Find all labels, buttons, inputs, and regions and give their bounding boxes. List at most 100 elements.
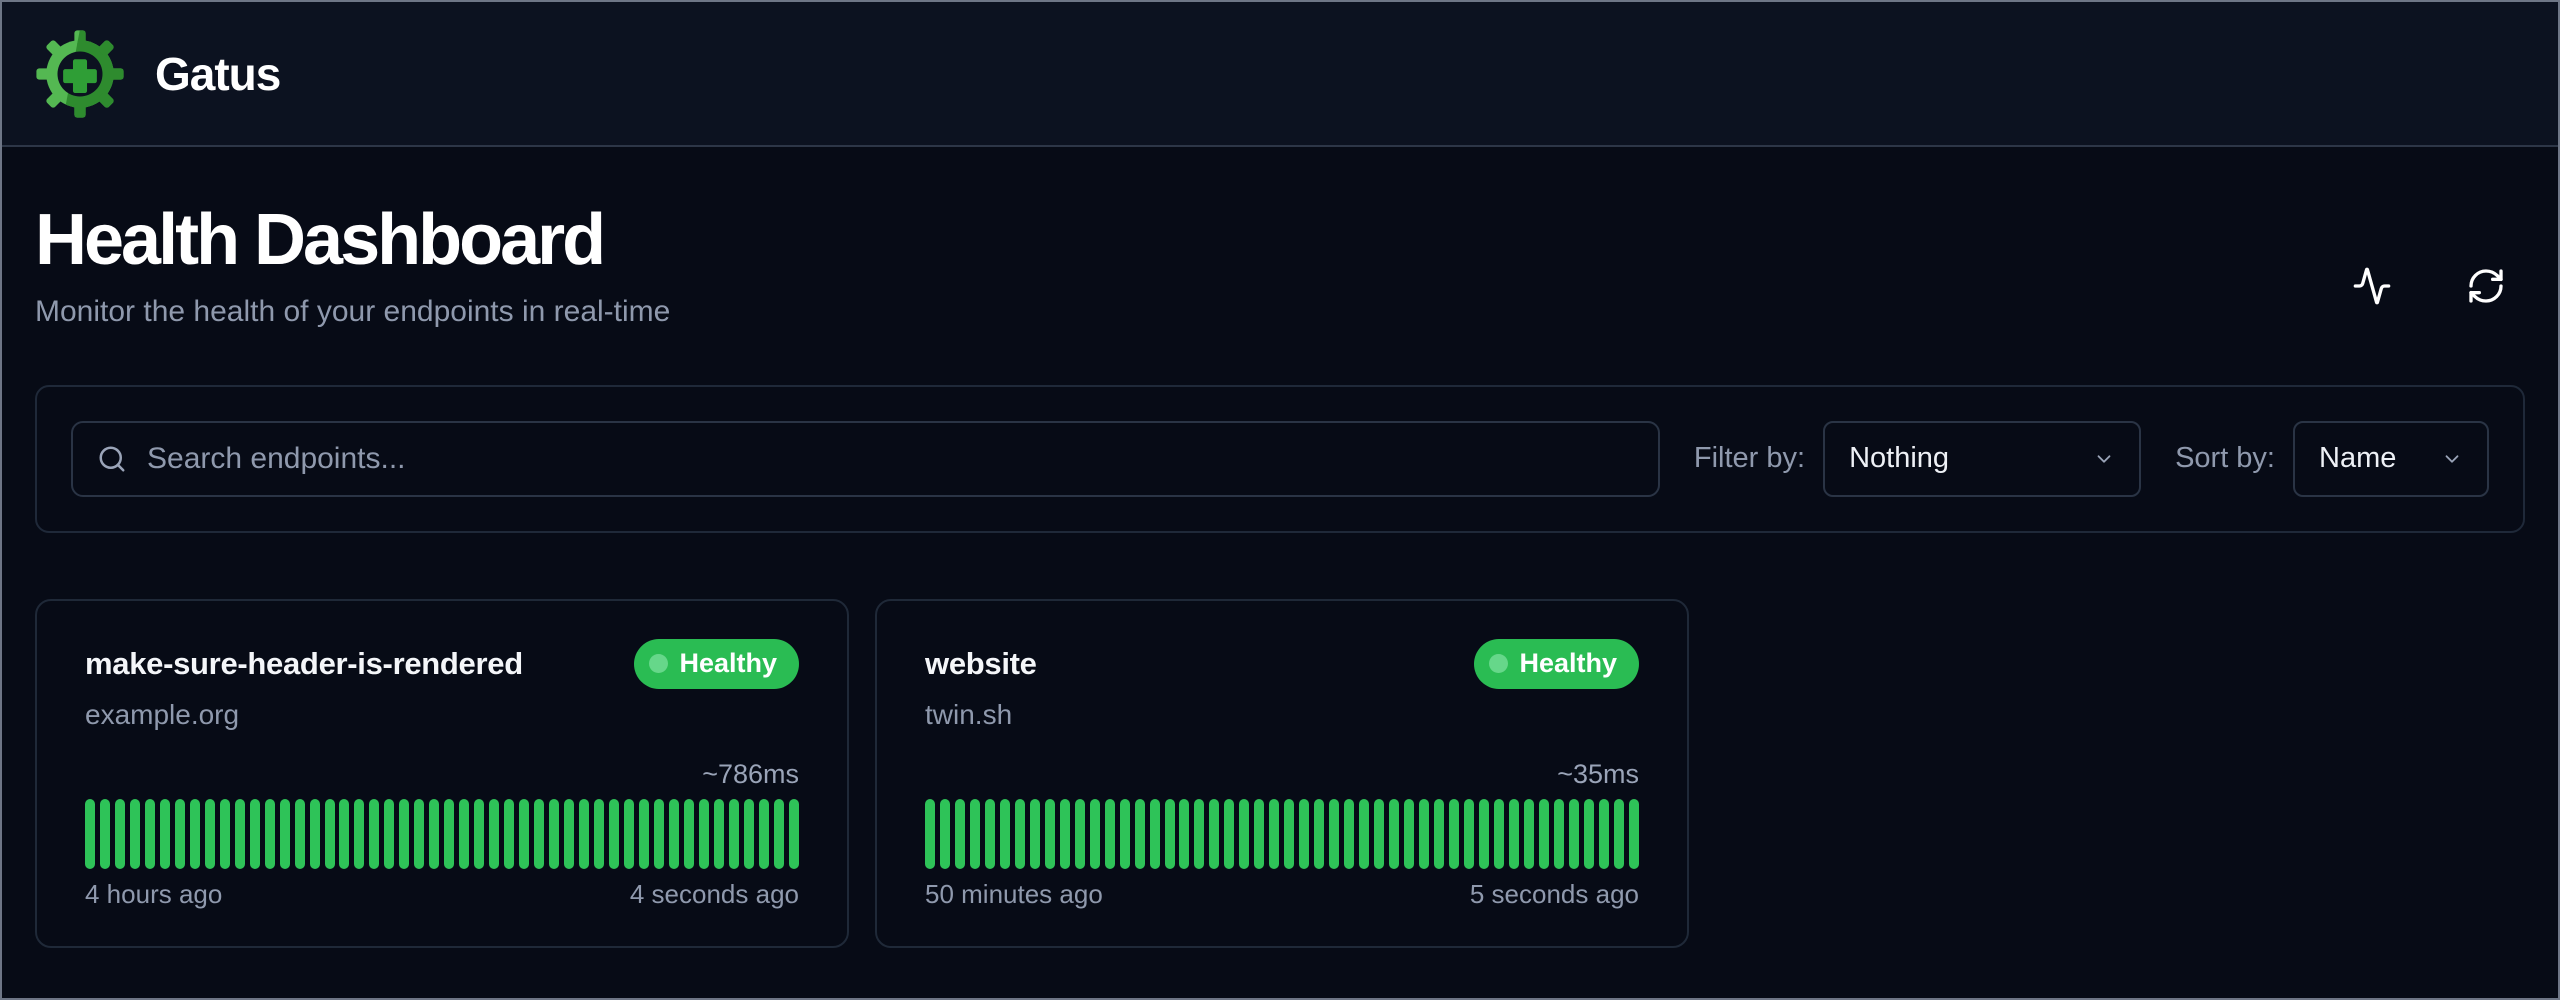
health-check-bar[interactable] [654,799,664,869]
health-check-bar[interactable] [1629,799,1639,869]
health-check-bar[interactable] [429,799,439,869]
health-check-bar[interactable] [744,799,754,869]
health-check-bar[interactable] [1090,799,1100,869]
health-check-bar[interactable] [414,799,424,869]
health-check-bar[interactable] [115,799,125,869]
health-check-bar[interactable] [624,799,634,869]
health-check-bar[interactable] [100,799,110,869]
health-check-bar[interactable] [669,799,679,869]
health-check-bar[interactable] [1120,799,1130,869]
health-check-bar[interactable] [1389,799,1399,869]
health-check-bar[interactable] [1299,799,1309,869]
health-check-bar[interactable] [789,799,799,869]
health-check-bar[interactable] [250,799,260,869]
health-check-bar[interactable] [1419,799,1429,869]
health-check-bar[interactable] [145,799,155,869]
sort-select[interactable]: Name [2293,421,2489,497]
health-check-bar[interactable] [684,799,694,869]
health-check-bar[interactable] [235,799,245,869]
health-check-bar[interactable] [354,799,364,869]
health-check-bar[interactable] [1254,799,1264,869]
health-check-bar[interactable] [1179,799,1189,869]
health-check-bar[interactable] [639,799,649,869]
health-check-bar[interactable] [280,799,290,869]
health-check-bar[interactable] [399,799,409,869]
health-check-bar[interactable] [190,799,200,869]
health-check-bar[interactable] [1584,799,1594,869]
health-check-bar[interactable] [459,799,469,869]
health-check-bar[interactable] [1314,799,1324,869]
search-box[interactable] [71,421,1660,497]
health-check-bar[interactable] [265,799,275,869]
search-input[interactable] [147,442,1634,476]
health-check-bar[interactable] [295,799,305,869]
brand[interactable]: Gatus [35,29,280,119]
health-check-bar[interactable] [1509,799,1519,869]
health-check-bar[interactable] [1449,799,1459,869]
health-check-bar[interactable] [1599,799,1609,869]
health-check-bar[interactable] [1554,799,1564,869]
health-check-bar[interactable] [160,799,170,869]
health-check-bar[interactable] [1135,799,1145,869]
health-check-bar[interactable] [579,799,589,869]
health-check-bar[interactable] [759,799,769,869]
health-check-bar[interactable] [1614,799,1624,869]
health-check-bar[interactable] [955,799,965,869]
health-check-bar[interactable] [85,799,95,869]
health-check-bar[interactable] [609,799,619,869]
health-check-bar[interactable] [1434,799,1444,869]
health-check-bar[interactable] [1524,799,1534,869]
health-check-bar[interactable] [1030,799,1040,869]
refresh-button[interactable] [2465,265,2507,307]
health-check-bar[interactable] [1075,799,1085,869]
health-check-bar[interactable] [519,799,529,869]
health-check-bar[interactable] [699,799,709,869]
health-check-bar[interactable] [1404,799,1414,869]
health-check-bar[interactable] [1165,799,1175,869]
health-check-bar[interactable] [1209,799,1219,869]
health-check-bar[interactable] [925,799,935,869]
health-check-bar[interactable] [384,799,394,869]
health-check-bar[interactable] [1224,799,1234,869]
filter-select[interactable]: Nothing [1823,421,2141,497]
health-check-bar[interactable] [729,799,739,869]
health-check-bar[interactable] [130,799,140,869]
health-check-bar[interactable] [1000,799,1010,869]
health-check-bar[interactable] [534,799,544,869]
health-check-bar[interactable] [220,799,230,869]
health-check-bar[interactable] [339,799,349,869]
health-check-bar[interactable] [714,799,724,869]
health-check-bar[interactable] [175,799,185,869]
health-check-bar[interactable] [970,799,980,869]
health-check-bar[interactable] [1150,799,1160,869]
health-check-bar[interactable] [310,799,320,869]
activity-toggle-button[interactable] [2351,265,2393,307]
health-check-bar[interactable] [325,799,335,869]
health-check-bar[interactable] [369,799,379,869]
health-check-bar[interactable] [940,799,950,869]
health-check-bar[interactable] [1060,799,1070,869]
health-check-bar[interactable] [489,799,499,869]
health-check-bar[interactable] [1105,799,1115,869]
health-check-bar[interactable] [474,799,484,869]
health-check-bar[interactable] [1045,799,1055,869]
health-check-bar[interactable] [205,799,215,869]
health-check-bar[interactable] [1539,799,1549,869]
health-check-bar[interactable] [594,799,604,869]
health-check-bar[interactable] [1015,799,1025,869]
health-check-bar[interactable] [1569,799,1579,869]
health-check-bar[interactable] [1374,799,1384,869]
health-check-bar[interactable] [1479,799,1489,869]
health-check-bar[interactable] [504,799,514,869]
health-check-bar[interactable] [1329,799,1339,869]
health-check-bar[interactable] [1344,799,1354,869]
health-check-bar[interactable] [985,799,995,869]
health-check-bar[interactable] [549,799,559,869]
health-check-bar[interactable] [1194,799,1204,869]
health-check-bar[interactable] [564,799,574,869]
health-check-bar[interactable] [1464,799,1474,869]
health-check-bar[interactable] [1239,799,1249,869]
health-check-bar[interactable] [774,799,784,869]
health-check-bar[interactable] [1359,799,1369,869]
health-check-bar[interactable] [1269,799,1279,869]
